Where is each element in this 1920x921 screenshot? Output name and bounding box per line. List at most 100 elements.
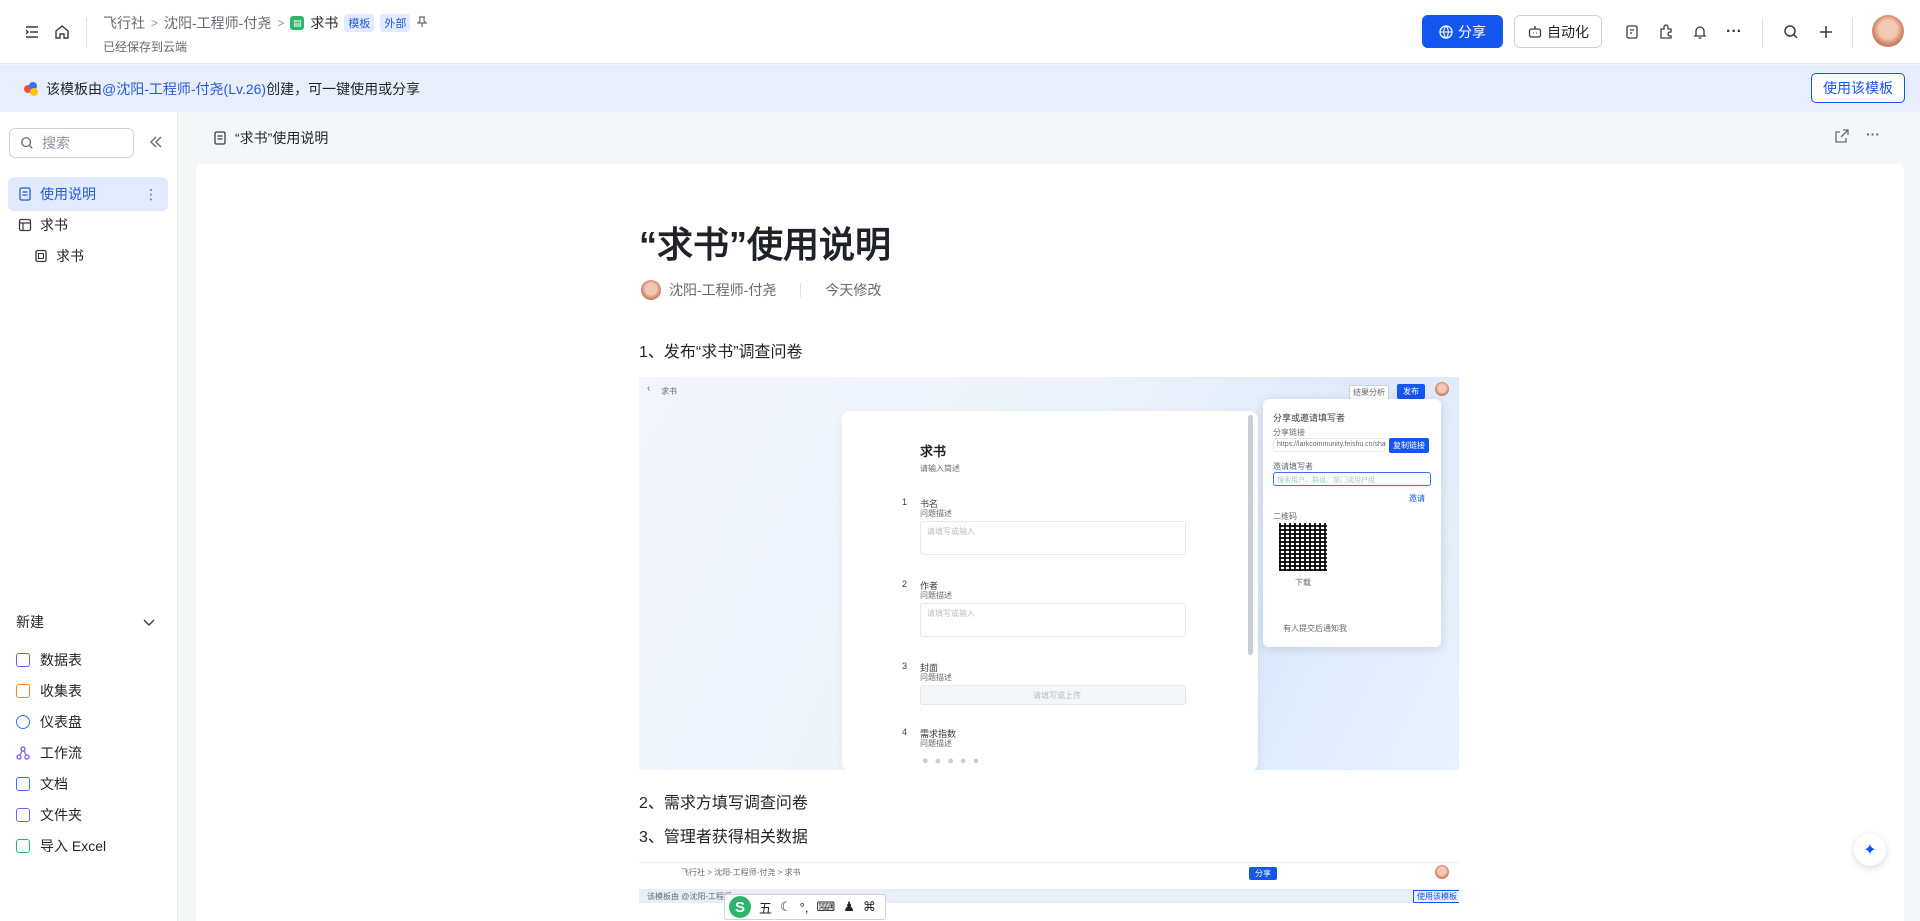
shot-url-box: https://larkcommunity.feishu.cn/sha [1273,438,1386,452]
user-avatar[interactable] [1872,15,1904,47]
save-status: 已经保存到云端 [103,40,188,54]
moon-icon[interactable]: ☾ [780,899,792,915]
folder-icon [16,808,30,822]
new-folder[interactable]: 文件夹 [16,805,82,825]
step-1: 1、发布“求书”调查问卷 [639,344,803,361]
sidebar: 搜索 使用说明 ⋮ 求书 求书 新建 数据表 收集表 仪表盘 工作流 文档 文件… [0,112,178,921]
more-vertical-icon[interactable]: ⋮ [144,186,158,203]
datatable-icon [16,653,30,667]
chevron-left-icon: ‹ [647,383,651,394]
ai-assistant-icon[interactable]: ✦ [1854,834,1886,866]
new-dashboard[interactable]: 仪表盘 [16,712,82,732]
shot-url: https://larkcommunity.feishu.cn/sha [1277,441,1386,448]
shot-rating-icons: ●●●●● [922,755,986,767]
new-form[interactable]: 收集表 [16,681,82,701]
banner-suffix: 创建，可一键使用或分享 [266,80,421,97]
search-input[interactable]: 搜索 [9,128,134,158]
user-icon[interactable]: ♟ [843,899,855,915]
new-workflow[interactable]: 工作流 [16,743,82,763]
excel-icon [16,839,30,853]
new-item-label: 文档 [40,776,68,792]
shot-invite-input: 搜索用户、群组、部门或用户组 [1273,472,1431,486]
new-item-label: 导入 Excel [40,838,107,854]
more-icon[interactable]: ··· [1866,126,1880,142]
breadcrumb: 飞行社 > 沈阳-工程师-付尧 > ▤ 求书 模板 外部 [103,13,428,33]
shot-q1-ph: 请填写或输入 [927,527,975,536]
history-icon[interactable] [1620,20,1644,44]
shot-q2-hint: 问题描述 [920,591,952,600]
use-template-button[interactable]: 使用该模板 [1811,73,1905,103]
shot-q2-input: 请填写或输入 [920,603,1186,637]
external-tag: 外部 [380,14,411,32]
sidebar-item-instructions[interactable]: 使用说明 ⋮ [8,177,168,211]
new-item-label: 文件夹 [40,807,82,823]
bell-icon[interactable] [1688,20,1712,44]
plus-icon[interactable] [1814,20,1838,44]
shot-share-panel: 分享或邀请填写者 分享链接 https://larkcommunity.feis… [1263,399,1441,647]
keyboard-icon[interactable]: ⌨ [816,899,835,915]
shot-q3-upload: 请填写或上传 [920,685,1186,705]
sidebar-toggle-icon[interactable] [20,20,44,44]
shot-avatar [1435,382,1449,396]
new-datatable[interactable]: 数据表 [16,650,82,670]
automation-button[interactable]: 自动化 [1514,15,1602,48]
breadcrumb-item[interactable]: 沈阳-工程师-付尧 [164,13,271,33]
shot-publish: 发布 [1397,384,1425,399]
chevron-right-icon: > [277,16,285,30]
home-icon[interactable] [50,20,74,44]
shot-q1-num: 1 [902,497,908,507]
shot-qr-label: 二维码 [1273,512,1297,521]
feishu-logo-icon [24,81,38,96]
shot2-banner-text: 该模板由 @沈阳-工程师 [647,892,733,901]
divider [800,283,802,297]
collapse-sidebar-icon[interactable] [148,134,164,153]
shot-link-label: 分享链接 [1273,428,1305,437]
author-avatar[interactable] [641,280,661,300]
sidebar-item-table[interactable]: 求书 [8,208,168,242]
punctuation-icon[interactable]: °, [800,900,809,915]
shot-q4-num: 4 [902,727,908,737]
automation-label: 自动化 [1547,23,1589,40]
form-icon [35,249,47,263]
new-label: 新建 [16,614,44,630]
plugin-icon[interactable] [1654,20,1678,44]
ime-toolbar[interactable]: S 五 ☾ °, ⌨ ♟ ⌘ [724,894,886,920]
author-name[interactable]: 沈阳-工程师-付尧 [669,280,776,300]
shot-q3-ph: 请填写或上传 [1033,691,1081,700]
shot-download: 下载 [1295,578,1311,587]
shot-q2-num: 2 [902,579,908,589]
shot-scrollbar [1248,415,1253,655]
import-excel[interactable]: 导入 Excel [16,836,106,856]
pin-icon[interactable] [416,15,428,31]
share-button[interactable]: 分享 [1422,15,1503,48]
shot-back-title: 求书 [661,387,677,396]
sidebar-item-form[interactable]: 求书 [24,239,168,273]
shot2-crumbs: 飞行社 > 沈阳-工程师-付尧 > 求书 [681,868,801,877]
shot2-avatar [1435,865,1449,879]
search-icon[interactable] [1779,20,1803,44]
banner-prefix: 该模板由 [46,80,102,97]
divider [86,18,87,48]
shot-q4-hint: 问题描述 [920,739,952,748]
shot-invite-btn: 邀请 [1409,494,1425,503]
dashboard-icon [16,715,30,729]
breadcrumb-current[interactable]: 求书 [310,13,338,33]
more-icon[interactable]: ··· [1722,20,1746,44]
apps-icon[interactable]: ⌘ [863,899,876,915]
ime-mode[interactable]: 五 [759,898,772,917]
author-link[interactable]: @沈阳-工程师-付尧(Lv.26) [102,79,266,99]
step-2: 2、需求方填写调查问卷 [639,795,808,812]
breadcrumb-item[interactable]: 飞行社 [103,13,145,33]
template-tag: 模板 [344,14,375,32]
shot-invite-ph: 搜索用户、群组、部门或用户组 [1277,477,1375,484]
shot-q1-hint: 问题描述 [920,509,952,518]
page-title: “求书”使用说明 [639,224,892,265]
share-export-icon[interactable] [1834,128,1850,147]
chevron-down-icon [143,619,155,626]
shot-invite-label: 邀请填写者 [1273,462,1313,471]
embedded-screenshot-form[interactable]: ‹ 求书 结果分析 发布 求书 请输入简述 1 书名 问题描述 请填写或输入 2… [639,377,1459,770]
shot-panel-title: 分享或邀请填写者 [1273,413,1346,423]
header-title-text: “求书”使用说明 [235,130,329,146]
new-document[interactable]: 文档 [16,774,68,794]
new-section-header[interactable]: 新建 [16,612,156,632]
